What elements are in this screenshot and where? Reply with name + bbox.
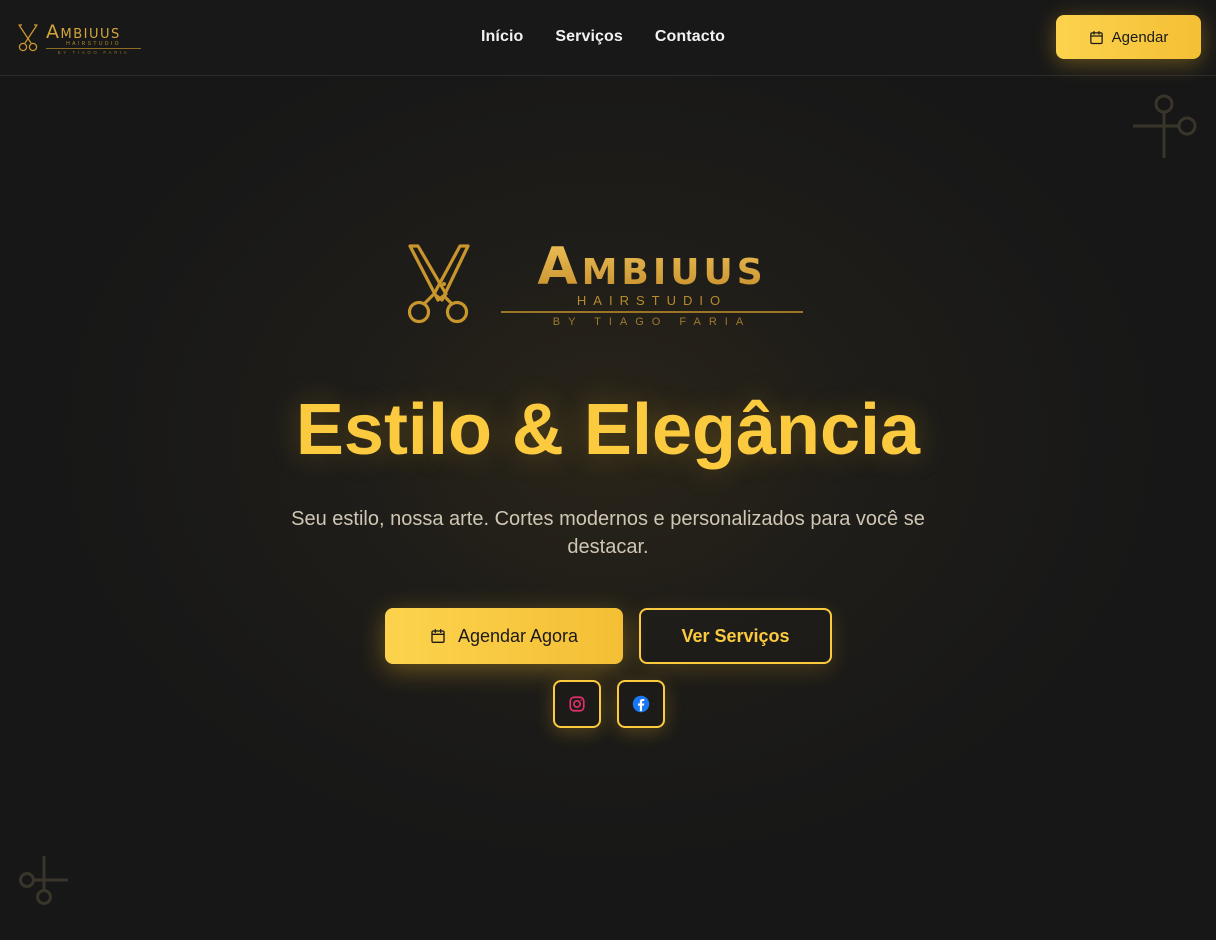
scissors-icon	[407, 244, 470, 324]
main-nav: Início Serviços Contacto	[481, 27, 725, 47]
scissors-icon	[18, 24, 38, 52]
book-now-label: Agendar Agora	[457, 625, 579, 646]
hero-logo: Ambiuus HAIRSTUDIO BY TIAGO FARIA	[404, 237, 808, 340]
hero-logo-divider	[501, 311, 803, 313]
brand-byline: BY TIAGO FARIA	[57, 50, 130, 55]
brand-name: Ambiuus	[46, 21, 121, 43]
view-services-button[interactable]: Ver Serviços	[639, 608, 832, 664]
instagram-icon	[569, 696, 585, 712]
decorative-scissors-icon	[1133, 94, 1197, 158]
facebook-link[interactable]	[617, 680, 665, 728]
calendar-icon	[431, 629, 445, 643]
hero-subtitle: Seu estilo, nossa arte. Cortes modernos …	[291, 508, 925, 558]
hero-logo-subtitle: HAIRSTUDIO	[576, 293, 728, 308]
header-book-button[interactable]: Agendar	[1056, 15, 1201, 59]
hero-title: Estilo & Elegância	[295, 390, 921, 470]
nav-link-servicos[interactable]: Serviços	[555, 27, 623, 47]
decorative-scissors-icon	[19, 856, 68, 905]
calendar-icon	[1089, 30, 1103, 44]
instagram-link[interactable]	[553, 680, 601, 728]
brand-divider	[46, 48, 141, 49]
nav-link-inicio[interactable]: Início	[481, 27, 523, 47]
hero-logo-name: Ambiuus	[537, 237, 767, 297]
nav-link-contacto[interactable]: Contacto	[655, 27, 725, 47]
hero-logo-byline: BY TIAGO FARIA	[552, 316, 752, 328]
book-now-button[interactable]: Agendar Agora	[385, 608, 623, 664]
facebook-icon	[632, 695, 650, 713]
brand-subtitle: HAIRSTUDIO	[66, 41, 121, 47]
header-book-label: Agendar	[1111, 28, 1169, 46]
top-navbar: Ambiuus HAIRSTUDIO BY TIAGO FARIA Início…	[0, 0, 1216, 76]
brand-logo[interactable]: Ambiuus HAIRSTUDIO BY TIAGO FARIA	[16, 22, 141, 55]
